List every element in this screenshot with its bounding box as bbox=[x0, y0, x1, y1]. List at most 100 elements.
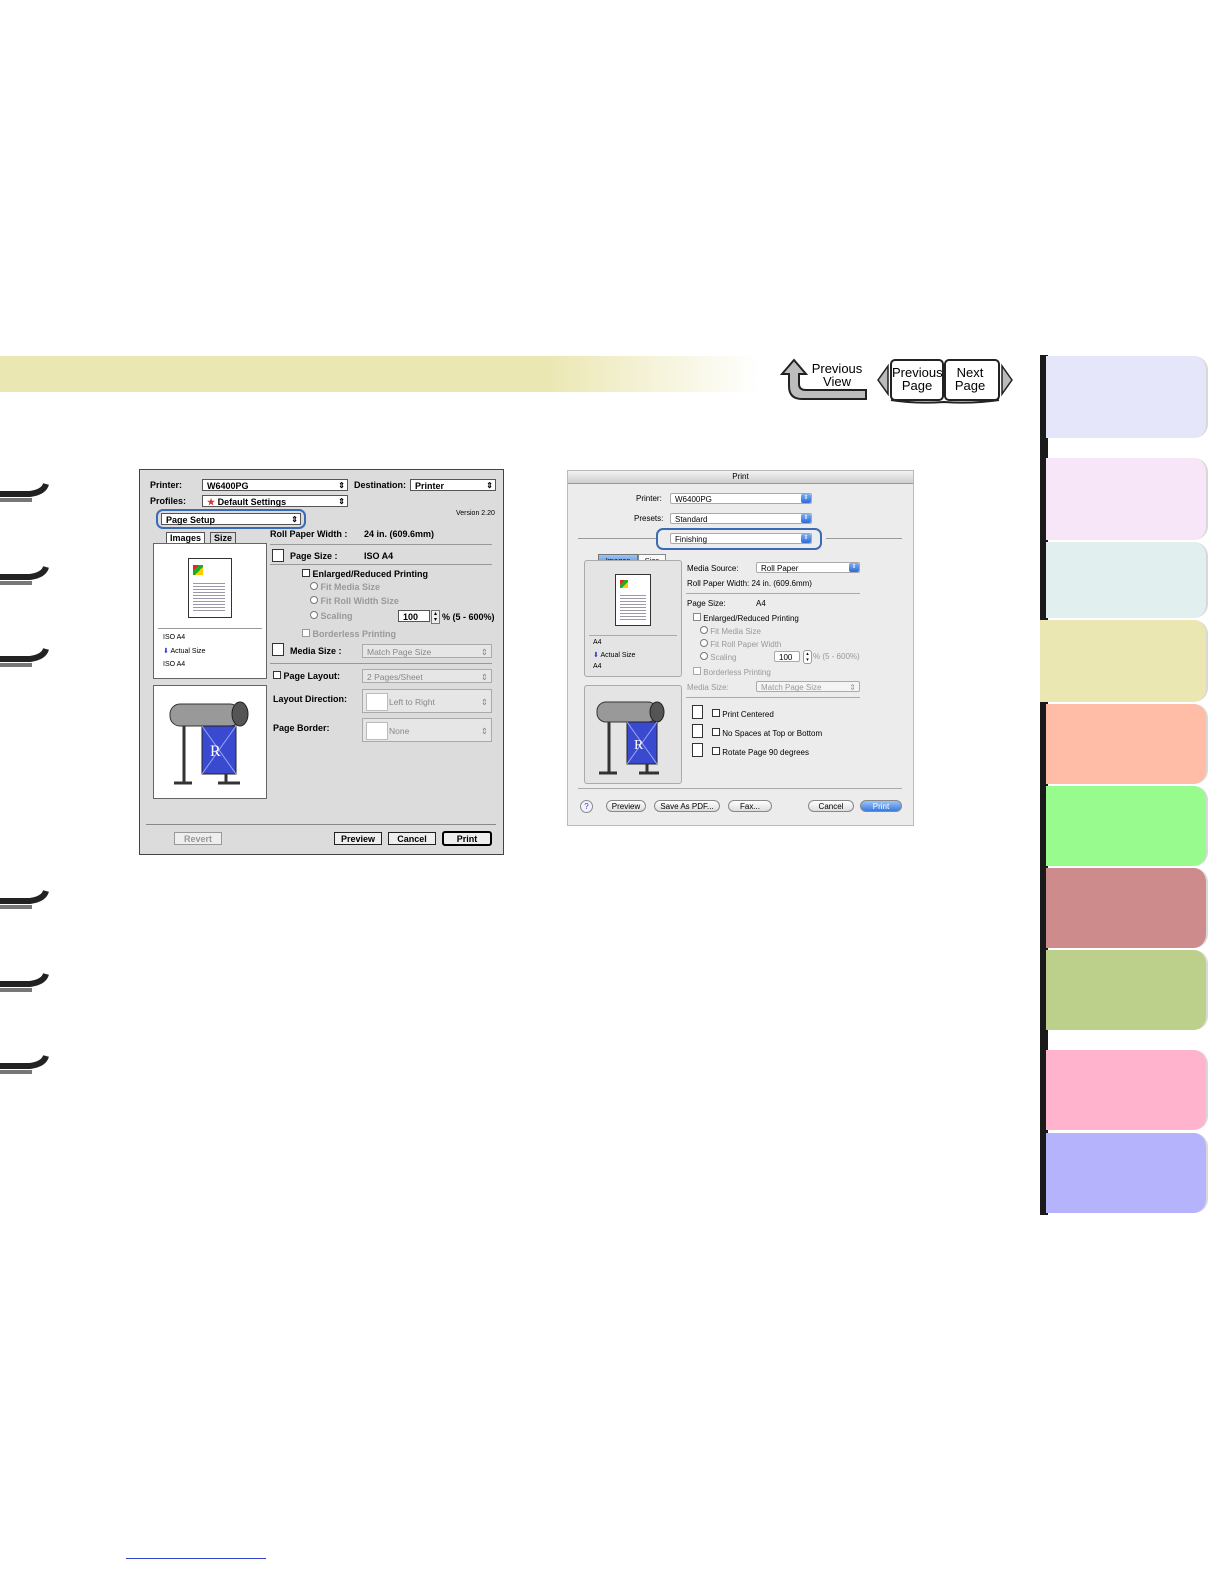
tab-size[interactable]: Size bbox=[210, 532, 237, 543]
enlarged-checkbox[interactable]: Enlarged/Reduced Printing bbox=[693, 613, 799, 623]
version-label: Version 2.20 bbox=[456, 510, 495, 517]
chapter-tab-1[interactable] bbox=[1046, 356, 1208, 438]
media-size-select[interactable]: Match Page Size ⇕ bbox=[362, 644, 492, 658]
fit-media-radio[interactable]: Fit Media Size bbox=[310, 582, 380, 592]
help-button[interactable]: ? bbox=[580, 800, 593, 813]
page-layout-select[interactable]: 2 Pages/Sheet ⇕ bbox=[362, 669, 492, 683]
radio-icon bbox=[310, 611, 318, 619]
chapter-tab-10[interactable] bbox=[1046, 1133, 1208, 1213]
fax-button[interactable]: Fax... bbox=[728, 800, 772, 812]
enlarged-reduced-checkbox[interactable]: Enlarged/Reduced Printing bbox=[302, 569, 428, 579]
radio-icon bbox=[310, 582, 318, 590]
no-spaces-checkbox[interactable]: No Spaces at Top or Bottom bbox=[712, 728, 822, 738]
print-button[interactable]: Print bbox=[860, 800, 902, 812]
svg-text:R: R bbox=[634, 738, 644, 753]
save-pdf-button[interactable]: Save As PDF... bbox=[654, 800, 720, 812]
media-size-label: Media Size : bbox=[290, 646, 342, 656]
fit-roll-radio[interactable]: Fit Roll Width Size bbox=[310, 596, 399, 606]
media-size-select[interactable]: Match Page Size ⇕ bbox=[756, 681, 860, 692]
next-page-button[interactable]: Next Page bbox=[945, 366, 995, 392]
printer-select[interactable]: W6400PG ⇕ bbox=[670, 493, 812, 504]
print-centered-checkbox[interactable]: Print Centered bbox=[712, 709, 774, 719]
panel-select[interactable]: Finishing ⇕ bbox=[670, 533, 812, 544]
roll-width-label: Roll Paper Width: 24 in. (609.6mm) bbox=[687, 579, 812, 588]
rotate-icon bbox=[692, 743, 703, 757]
borderless-checkbox[interactable]: Borderless Printing bbox=[302, 629, 396, 639]
previous-view-label-2: View bbox=[823, 374, 851, 389]
radio-icon bbox=[700, 639, 708, 647]
preview-size-label: A4 bbox=[593, 639, 602, 646]
fit-roll-radio[interactable]: Fit Roll Paper Width bbox=[700, 639, 781, 649]
preview-size-label: ISO A4 bbox=[163, 634, 186, 641]
printer-illustration: R bbox=[584, 685, 682, 784]
roll-width-value: 24 in. (609.6mm) bbox=[364, 529, 435, 539]
printer-illustration: R bbox=[153, 685, 267, 799]
chapter-tab-5[interactable] bbox=[1046, 704, 1208, 784]
printer-label: Printer: bbox=[150, 480, 183, 490]
destination-select[interactable]: Printer ⇕ bbox=[410, 479, 496, 491]
rotate-checkbox[interactable]: Rotate Page 90 degrees bbox=[712, 747, 809, 757]
presets-select[interactable]: Standard ⇕ bbox=[670, 513, 812, 524]
osx-print-dialog: Print Printer: W6400PG ⇕ Presets: Standar… bbox=[567, 470, 914, 826]
cancel-button[interactable]: Cancel bbox=[808, 800, 854, 812]
page-size-label: Page Size: bbox=[687, 599, 726, 608]
preview-button[interactable]: Preview bbox=[606, 800, 646, 812]
chapter-tab-2[interactable] bbox=[1046, 458, 1208, 540]
binder-ring-icon bbox=[0, 565, 49, 585]
chapter-tab-9[interactable] bbox=[1046, 1050, 1208, 1130]
binder-ring-icon bbox=[0, 482, 49, 502]
page-border-icon bbox=[366, 722, 388, 740]
scaling-range: % (5 - 600%) bbox=[813, 652, 860, 661]
binder-ring-icon bbox=[0, 889, 49, 909]
preview-actual-label: ⬇ Actual Size bbox=[593, 652, 636, 659]
chapter-tab-3[interactable] bbox=[1046, 542, 1208, 618]
radio-icon bbox=[700, 652, 708, 660]
header-band bbox=[0, 356, 760, 392]
chapter-tab-4-current[interactable] bbox=[1040, 620, 1208, 702]
page-size-value: A4 bbox=[756, 599, 766, 608]
profiles-select[interactable]: ★ Default Settings ⇕ bbox=[202, 495, 348, 507]
help-icon: ? bbox=[584, 802, 589, 811]
fit-media-radio[interactable]: Fit Media Size bbox=[700, 626, 761, 636]
previous-view-button[interactable]: Previous View bbox=[776, 358, 868, 400]
chapter-tab-8[interactable] bbox=[1046, 950, 1208, 1030]
page-size-value: ISO A4 bbox=[364, 551, 394, 561]
scaling-input[interactable]: 100 bbox=[774, 651, 800, 662]
scaling-input[interactable]: 100 bbox=[398, 610, 430, 622]
checkbox-icon bbox=[693, 613, 701, 621]
title-bar: Print bbox=[568, 471, 913, 484]
roll-width-label: Roll Paper Width : bbox=[270, 529, 348, 539]
radio-icon bbox=[700, 626, 708, 634]
tab-images[interactable]: Images bbox=[166, 532, 206, 543]
scaling-stepper[interactable]: ▴ ▾ bbox=[803, 650, 812, 664]
checkbox-icon bbox=[302, 629, 310, 637]
preview-button[interactable]: Preview bbox=[334, 832, 382, 845]
binder-ring-icon bbox=[0, 1054, 49, 1074]
binder-ring-icon bbox=[0, 972, 49, 992]
printer-icon: R bbox=[596, 701, 665, 775]
page-preview-panel: ISO A4 ⬇ Actual Size ISO A4 bbox=[153, 543, 267, 679]
cancel-button[interactable]: Cancel bbox=[388, 832, 436, 845]
scaling-radio[interactable]: Scaling bbox=[310, 611, 353, 621]
media-source-select[interactable]: Roll Paper ⇕ bbox=[756, 562, 860, 573]
checkbox-icon bbox=[693, 667, 701, 675]
star-icon: ★ bbox=[207, 497, 218, 507]
print-button[interactable]: Print bbox=[442, 831, 492, 846]
scaling-stepper[interactable]: ▴ ▾ bbox=[431, 610, 440, 624]
previous-page-button[interactable]: Previous Page bbox=[892, 366, 943, 392]
borderless-checkbox[interactable]: Borderless Printing bbox=[693, 667, 771, 677]
printer-select[interactable]: W6400PG ⇕ bbox=[202, 479, 348, 491]
revert-button[interactable]: Revert bbox=[174, 832, 222, 845]
chapter-tab-7[interactable] bbox=[1046, 868, 1208, 948]
next-page-label-2: Page bbox=[954, 378, 986, 393]
binder-ring-icon bbox=[0, 647, 49, 667]
scaling-radio[interactable]: Scaling bbox=[700, 652, 736, 662]
chapter-tab-6[interactable] bbox=[1046, 786, 1208, 866]
checkbox-icon bbox=[273, 671, 281, 679]
page-size-icon bbox=[272, 549, 284, 562]
page-layout-checkbox[interactable]: Page Layout: bbox=[273, 671, 340, 681]
panel-select[interactable]: Page Setup ⇕ bbox=[161, 513, 301, 525]
svg-text:R: R bbox=[210, 743, 221, 760]
presets-label: Presets: bbox=[634, 514, 664, 523]
profiles-label: Profiles: bbox=[150, 496, 187, 506]
